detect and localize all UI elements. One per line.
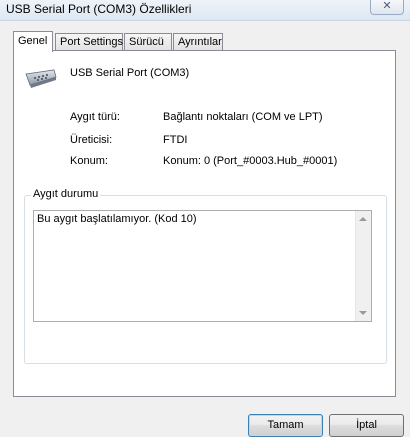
manufacturer-value: FTDI xyxy=(163,134,188,146)
cancel-button[interactable]: İptal xyxy=(329,414,404,437)
ok-button[interactable]: Tamam xyxy=(248,414,323,437)
tab-surucu[interactable]: Sürücü xyxy=(124,33,172,50)
scroll-up-arrow-icon[interactable] xyxy=(359,217,367,221)
device-status-textbox[interactable]: Bu aygıt başlatılamıyor. (Kod 10) xyxy=(33,210,372,322)
serial-port-connector-icon xyxy=(25,69,57,88)
location-label: Konum: xyxy=(70,155,108,167)
manufacturer-label: Üreticisi: xyxy=(70,134,113,146)
general-tab-panel: USB Serial Port (COM3) Aygıt türü: Bağla… xyxy=(13,50,396,397)
location-value: Konum: 0 (Port_#0003.Hub_#0001) xyxy=(163,155,338,167)
tab-genel[interactable]: Genel xyxy=(13,31,53,52)
close-icon: ✕ xyxy=(382,0,392,12)
device-name: USB Serial Port (COM3) xyxy=(70,67,190,79)
window-title: USB Serial Port (COM3) Özellikleri xyxy=(6,2,192,16)
tab-port-settings[interactable]: Port Settings xyxy=(55,33,123,50)
device-type-value: Bağlantı noktaları (COM ve LPT) xyxy=(163,111,323,123)
tab-ayrintilar[interactable]: Ayrıntılar xyxy=(173,33,223,50)
device-status-group: Aygıt durumu Bu aygıt başlatılamıyor. (K… xyxy=(24,188,387,364)
status-scrollbar[interactable] xyxy=(355,211,371,321)
device-status-legend: Aygıt durumu xyxy=(31,188,101,200)
device-type-label: Aygıt türü: xyxy=(70,111,120,123)
device-status-text: Bu aygıt başlatılamıyor. (Kod 10) xyxy=(37,213,197,225)
scroll-down-arrow-icon[interactable] xyxy=(359,311,367,315)
title-bar: USB Serial Port (COM3) Özellikleri ✕ xyxy=(0,0,410,21)
close-button[interactable]: ✕ xyxy=(370,0,404,15)
